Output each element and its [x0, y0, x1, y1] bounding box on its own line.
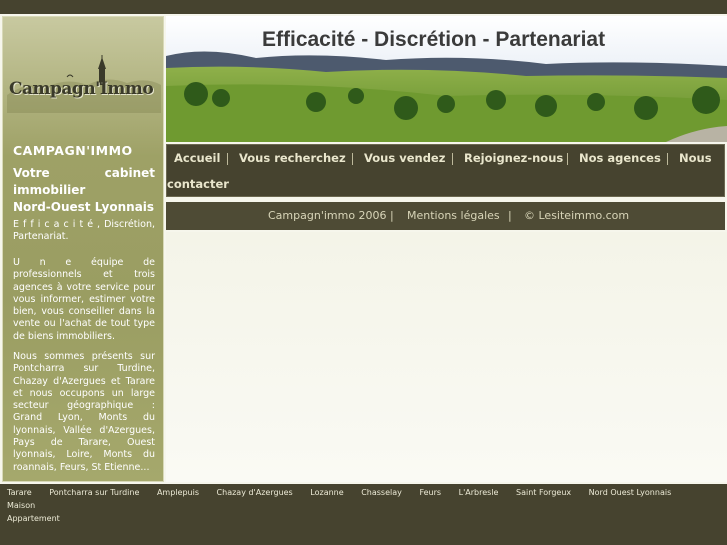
sidebar-paragraph-locations: Nous sommes présents sur Pontcharra sur …: [13, 351, 155, 473]
bottom-link[interactable]: Feurs: [419, 488, 441, 497]
bottom-link[interactable]: Chazay d'Azergues: [217, 488, 293, 497]
nav-vous-vendez[interactable]: Vous vendez: [364, 151, 445, 165]
bottom-link[interactable]: Amplepuis: [157, 488, 199, 497]
bottom-link[interactable]: Pontcharra sur Turdine: [49, 488, 139, 497]
bottom-link[interactable]: L'Arbresle: [459, 488, 499, 497]
bottom-link[interactable]: Chasselay: [361, 488, 402, 497]
slogan-line-2: immobilier: [13, 183, 86, 197]
nav-nous-contacter[interactable]: Nous: [679, 151, 712, 165]
banner-title: Efficacité - Discrétion - Partenariat: [262, 28, 606, 51]
main-content: [166, 232, 727, 482]
slogan-word-cabinet: cabinet: [104, 166, 155, 180]
main-nav: Accueil Vous recherchez Vous vendez Rejo…: [166, 144, 725, 197]
bottom-link[interactable]: Tarare: [7, 488, 32, 497]
sidebar-brand: CAMPAGN'IMMO: [13, 143, 133, 158]
nav-divider: [227, 153, 228, 165]
sidebar: Campagn'Immo CAMPAGN'IMMO Votre cabinet i…: [2, 16, 164, 482]
nav-divider: [567, 153, 568, 165]
logo-text: Campagn'Immo: [9, 79, 154, 99]
slogan-line-3: Nord-Ouest Lyonnais: [13, 200, 155, 214]
footer-credit-link[interactable]: © Lesiteimmo.com: [524, 209, 629, 222]
footer-copyright: Campagn'immo 2006: [268, 209, 387, 222]
bottom-links: Tarare Pontcharra sur Turdine Amplepuis …: [7, 486, 722, 525]
bottom-link[interactable]: Lozanne: [310, 488, 343, 497]
bottom-link[interactable]: Maison: [7, 501, 35, 510]
nav-divider: [352, 153, 353, 165]
nav-nos-agences[interactable]: Nos agences: [579, 151, 661, 165]
nav-vous-recherchez[interactable]: Vous recherchez: [239, 151, 346, 165]
footer-separator: |: [508, 209, 512, 222]
page-container: Campagn'Immo CAMPAGN'IMMO Votre cabinet i…: [0, 14, 727, 484]
header-banner: Efficacité - Discrétion - Partenariat: [166, 16, 727, 142]
sidebar-paragraph-team: U n e équipe de professionnels et trois …: [13, 257, 155, 342]
footer-bar: Campagn'immo 2006 | Mentions légales | ©…: [166, 202, 725, 230]
footer-legal-link[interactable]: Mentions légales: [407, 209, 500, 222]
nav-nous-contacter-cont[interactable]: contacter: [167, 177, 229, 191]
slogan-word-votre: Votre: [13, 166, 50, 180]
sidebar-paragraph-values: E f f i c a c i t é , Discrétion, Parten…: [13, 219, 155, 243]
nav-rejoignez-nous[interactable]: Rejoignez-nous: [464, 151, 563, 165]
bottom-link[interactable]: Saint Forgeux: [516, 488, 571, 497]
bottom-link[interactable]: Nord Ouest Lyonnais: [589, 488, 672, 497]
nav-accueil[interactable]: Accueil: [174, 151, 220, 165]
nav-divider: [452, 153, 453, 165]
sidebar-slogan: Votre cabinet immobilier Nord-Ouest Lyonn…: [13, 165, 155, 216]
bottom-link[interactable]: Appartement: [7, 514, 60, 523]
footer-separator: |: [390, 209, 394, 222]
logo[interactable]: Campagn'Immo: [7, 55, 161, 113]
nav-divider: [667, 153, 668, 165]
